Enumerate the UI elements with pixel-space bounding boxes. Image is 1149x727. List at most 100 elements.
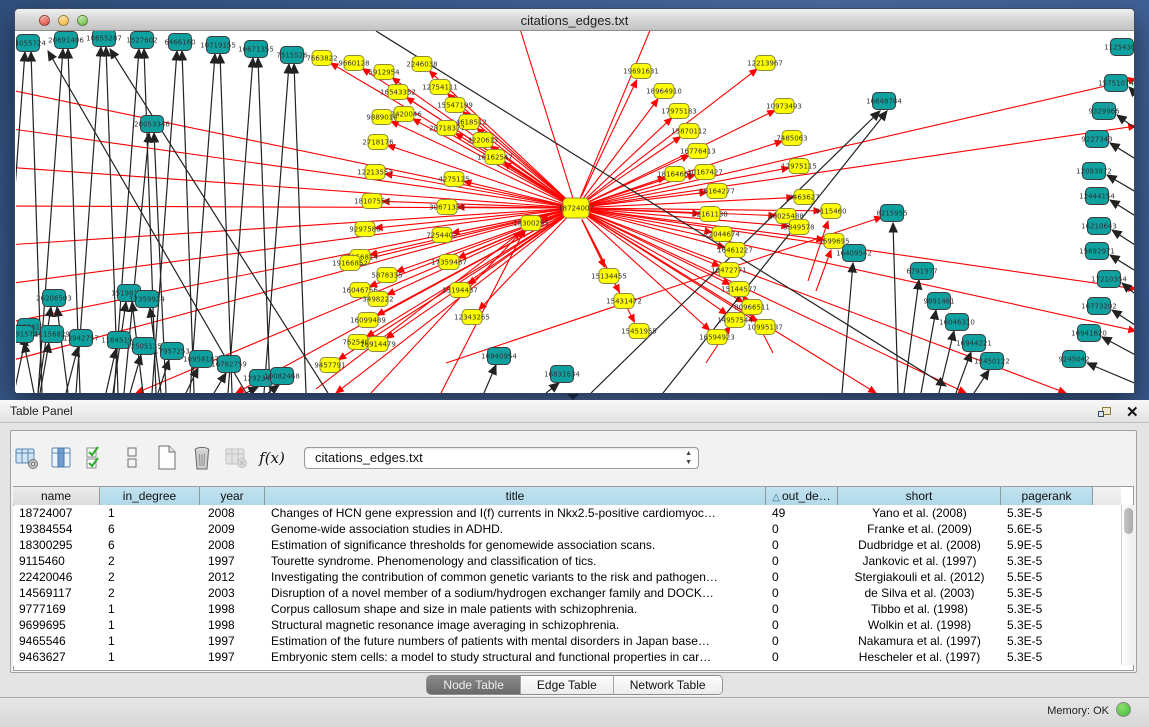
graph-edge[interactable]	[816, 250, 831, 291]
graph-node[interactable]: 10973493	[766, 99, 802, 114]
graph-node[interactable]: 32161138	[692, 207, 728, 222]
graph-edge[interactable]	[1112, 230, 1134, 260]
table-cell[interactable]: Estimation of significance thresholds fo…	[271, 538, 766, 554]
table-cell[interactable]: 1	[108, 506, 200, 522]
table-cell[interactable]: 9699695	[19, 618, 100, 634]
tab-edge-table[interactable]: Edge Table	[521, 676, 614, 694]
column-header-short[interactable]: short	[838, 487, 1001, 505]
graph-node[interactable]: 16944221	[956, 335, 992, 352]
table-row[interactable]: 2242004622012Investigating the contribut…	[13, 570, 1121, 586]
graph-node[interactable]: 15547199	[437, 98, 473, 113]
table-selector-dropdown[interactable]: citations_edges.txt▲▼	[304, 447, 699, 469]
table-cell[interactable]: 5.3E-5	[1007, 618, 1093, 634]
table-cell[interactable]: 2	[108, 586, 200, 602]
graph-edge[interactable]	[484, 365, 496, 393]
graph-node[interactable]: 12213967	[747, 56, 783, 71]
table-cell[interactable]: 1998	[208, 602, 265, 618]
table-cell[interactable]: 2	[108, 554, 200, 570]
graph-edge[interactable]	[406, 97, 565, 200]
table-cell[interactable]: 1	[108, 618, 200, 634]
graph-edge[interactable]	[294, 64, 306, 393]
graph-edge[interactable]	[57, 307, 68, 393]
table-cell[interactable]: 5.3E-5	[1007, 554, 1093, 570]
tab-node-table[interactable]: Node Table	[427, 676, 521, 694]
table-cell[interactable]: Franke et al. (2009)	[838, 522, 1001, 538]
table-cell[interactable]: 5.3E-5	[1007, 586, 1093, 602]
graph-edge[interactable]	[31, 52, 42, 393]
graph-node[interactable]: 20053346	[134, 116, 170, 133]
table-cell[interactable]: 6	[108, 538, 200, 554]
graph-node[interactable]: 15431472	[606, 294, 642, 309]
table-cell[interactable]: 1	[108, 602, 200, 618]
table-cell[interactable]: 1997	[208, 634, 265, 650]
table-row[interactable]: 9777169 1 1998 Corpus callosum shape and si…	[13, 602, 1121, 618]
table-cell[interactable]: Genome-wide association studies in ADHD.	[271, 522, 766, 538]
table-cell[interactable]: Tibbo et al. (1998)	[838, 602, 1001, 618]
table-cell[interactable]: 5.3E-5	[1007, 602, 1093, 618]
table-cell[interactable]: 9777169	[19, 602, 100, 618]
graph-node[interactable]: 9329966	[1088, 103, 1120, 120]
table-cell[interactable]: 18724007	[19, 506, 100, 522]
graph-node[interactable]: 8215955	[876, 205, 907, 222]
graph-node[interactable]: 18724007	[558, 198, 594, 218]
graph-node[interactable]: 12975115	[781, 159, 817, 174]
column-header-title[interactable]: title	[265, 487, 766, 505]
graph-edge[interactable]	[585, 118, 671, 199]
graph-node[interactable]: 16648784	[866, 93, 902, 110]
table-cell[interactable]: 1	[108, 650, 200, 666]
table-cell[interactable]: 19384554	[19, 522, 100, 538]
table-cell[interactable]: 9465546	[19, 634, 100, 650]
select-columns-button[interactable]	[84, 444, 110, 472]
graph-node[interactable]: 26206503	[36, 290, 72, 307]
graph-edge[interactable]	[441, 229, 525, 393]
table-cell[interactable]: 0	[772, 522, 838, 538]
graph-edge[interactable]	[546, 383, 559, 393]
table-cell[interactable]: Stergiakouli et al. (2012)	[838, 570, 1001, 586]
graph-node[interactable]: 15751074	[1098, 75, 1134, 92]
graph-edge[interactable]	[158, 360, 169, 393]
table-cell[interactable]: Hescheler et al. (1997)	[838, 650, 1001, 666]
graph-edge[interactable]	[16, 166, 576, 208]
graph-edge[interactable]	[893, 223, 898, 393]
graph-node[interactable]: 9245042	[1058, 351, 1089, 368]
table-cell[interactable]: Jankovic et al. (1997)	[838, 554, 1001, 570]
table-settings-button[interactable]	[14, 444, 40, 472]
table-cell[interactable]: 22420046	[19, 570, 100, 586]
graph-edge[interactable]	[1102, 337, 1134, 367]
graph-node[interactable]: 18107554	[354, 194, 390, 209]
table-row[interactable]: 911546021997Tourette syndrome. Phenomeno…	[13, 554, 1121, 570]
graph-edge[interactable]	[246, 387, 258, 393]
graph-node[interactable]: 9891461	[923, 293, 954, 310]
graph-node[interactable]: 15870112	[671, 124, 707, 139]
graph-node[interactable]: 17975183	[661, 104, 697, 119]
graph-node[interactable]: 2718176	[362, 135, 394, 150]
graph-node[interactable]: 18964910	[646, 84, 682, 99]
graph-node[interactable]: 20691406	[48, 32, 84, 49]
graph-node[interactable]: 16046310	[939, 314, 975, 331]
graph-edge[interactable]	[24, 343, 34, 393]
column-header-year[interactable]: year	[200, 487, 265, 505]
table-cell[interactable]: Estimation of the future numbers of pati…	[271, 634, 766, 650]
table-cell[interactable]: 1997	[208, 650, 265, 666]
graph-node[interactable]: 17210354	[1091, 271, 1127, 288]
table-cell[interactable]: 1998	[208, 618, 265, 634]
table-cell[interactable]: 18300295	[19, 538, 100, 554]
table-cell[interactable]: Nakamura et al. (1997)	[838, 634, 1001, 650]
table-cell[interactable]: 9115460	[19, 554, 100, 570]
graph-node[interactable]: 12343265	[454, 310, 490, 325]
row-height-button[interactable]	[119, 444, 145, 472]
graph-node[interactable]: 16941620	[1071, 325, 1107, 342]
table-cell[interactable]: Structural magnetic resonance image aver…	[271, 618, 766, 634]
graph-node[interactable]: 12450122	[974, 353, 1010, 370]
table-cell[interactable]: Corpus callosum shape and size in male p…	[271, 602, 766, 618]
graph-node[interactable]: 15144577	[721, 282, 757, 297]
graph-edge[interactable]	[974, 370, 989, 393]
table-cell[interactable]: 1	[108, 634, 200, 650]
table-cell[interactable]: 2012	[208, 570, 265, 586]
graph-node[interactable]: 12444154	[1079, 188, 1115, 205]
float-panel-icon[interactable]	[1098, 407, 1112, 419]
table-cell[interactable]: Tourette syndrome. Phenomenology and cla…	[271, 554, 766, 570]
table-cell[interactable]: Investigating the contribution of common…	[271, 570, 766, 586]
graph-node[interactable]: 16940954	[481, 348, 517, 365]
graph-node[interactable]: 9660128	[338, 56, 369, 71]
